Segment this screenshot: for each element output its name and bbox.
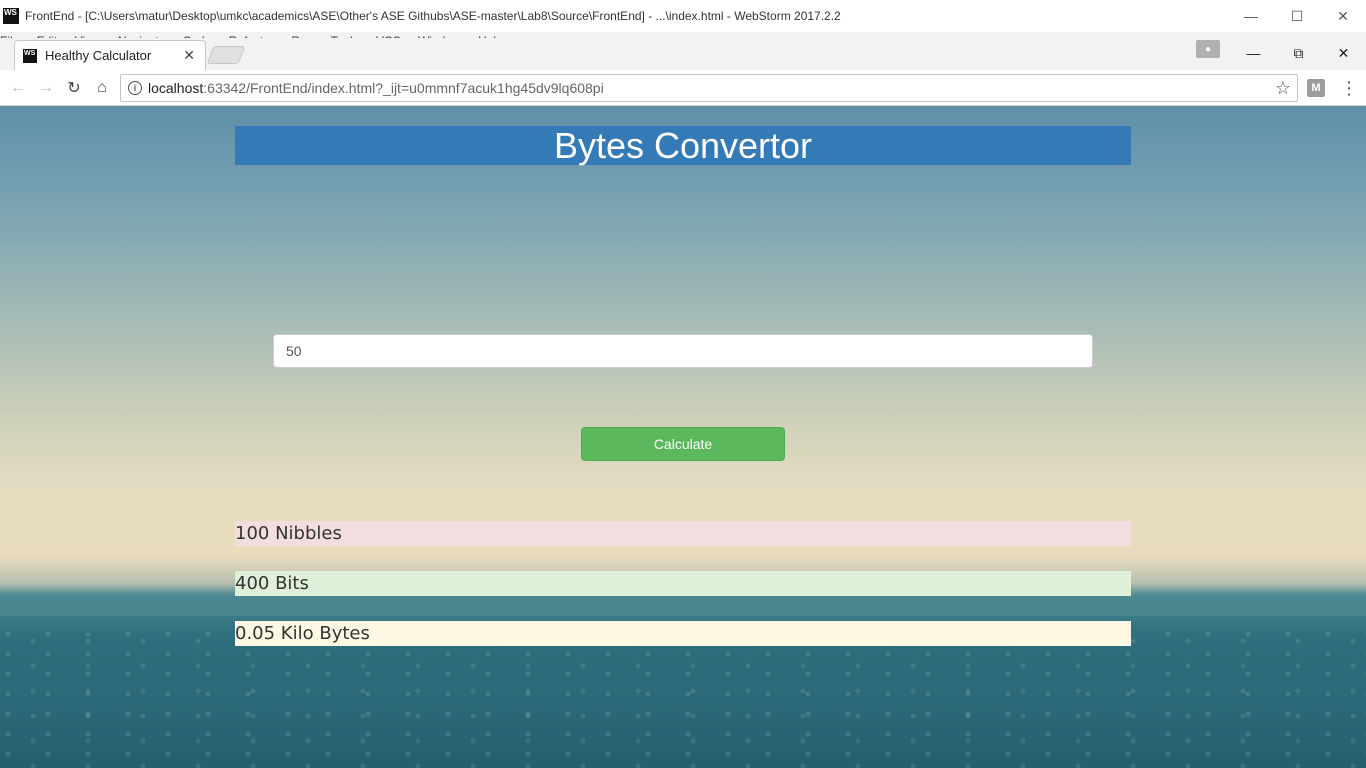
- address-bar[interactable]: i localhost:63342/FrontEnd/index.html?_i…: [120, 74, 1298, 102]
- result-nibbles: 100 Nibbles: [235, 521, 1131, 546]
- ide-title-bar: WS FrontEnd - [C:\Users\matur\Desktop\um…: [0, 0, 1366, 32]
- url-host: localhost: [148, 80, 204, 96]
- forward-arrow-icon[interactable]: →: [34, 76, 58, 100]
- url-path: :63342/FrontEnd/index.html?_ijt=u0mmnf7a…: [203, 80, 604, 96]
- browser-tab[interactable]: WS Healthy Calculator ✕: [14, 40, 206, 70]
- tab-close-icon[interactable]: ✕: [183, 47, 195, 64]
- webstorm-logo-icon: WS: [3, 8, 19, 24]
- info-icon[interactable]: i: [128, 81, 142, 95]
- browser-toolbar: ← → ↻ ⌂ i localhost:63342/FrontEnd/index…: [0, 70, 1366, 106]
- result-kilobytes: 0.05 Kilo Bytes: [235, 621, 1131, 646]
- ide-maximize-icon[interactable]: ☐: [1274, 0, 1320, 32]
- browser-restore-icon[interactable]: ⧉: [1276, 38, 1321, 68]
- profile-icon[interactable]: ●: [1196, 40, 1220, 58]
- new-tab-button[interactable]: [206, 46, 246, 64]
- ide-close-icon[interactable]: ✕: [1320, 0, 1366, 32]
- page-title: Bytes Convertor: [235, 126, 1131, 165]
- ide-window-title: FrontEnd - [C:\Users\matur\Desktop\umkc\…: [25, 9, 841, 23]
- bytes-input[interactable]: [273, 334, 1093, 368]
- back-arrow-icon[interactable]: ←: [6, 76, 30, 100]
- browser-minimize-icon[interactable]: —: [1231, 38, 1276, 68]
- home-icon[interactable]: ⌂: [90, 76, 114, 100]
- background-sea: [0, 626, 1366, 768]
- browser-close-icon[interactable]: ✕: [1321, 38, 1366, 68]
- extension-icon[interactable]: M: [1307, 79, 1325, 97]
- calculate-button[interactable]: Calculate: [581, 427, 785, 461]
- reload-icon[interactable]: ↻: [62, 76, 86, 100]
- page-viewport: Bytes Convertor Calculate 100 Nibbles 40…: [0, 106, 1366, 768]
- browser-tab-strip: WS Healthy Calculator ✕: [0, 38, 1366, 70]
- menu-dots-icon[interactable]: ⋮: [1340, 77, 1358, 99]
- ide-window-controls: — ☐ ✕: [1228, 0, 1366, 32]
- tab-favicon-icon: WS: [23, 48, 37, 63]
- ide-minimize-icon[interactable]: —: [1228, 0, 1274, 32]
- star-icon[interactable]: ☆: [1275, 78, 1291, 99]
- browser-window-controls: — ⧉ ✕: [1231, 38, 1366, 68]
- result-bits: 400 Bits: [235, 571, 1131, 596]
- tab-title: Healthy Calculator: [45, 48, 152, 63]
